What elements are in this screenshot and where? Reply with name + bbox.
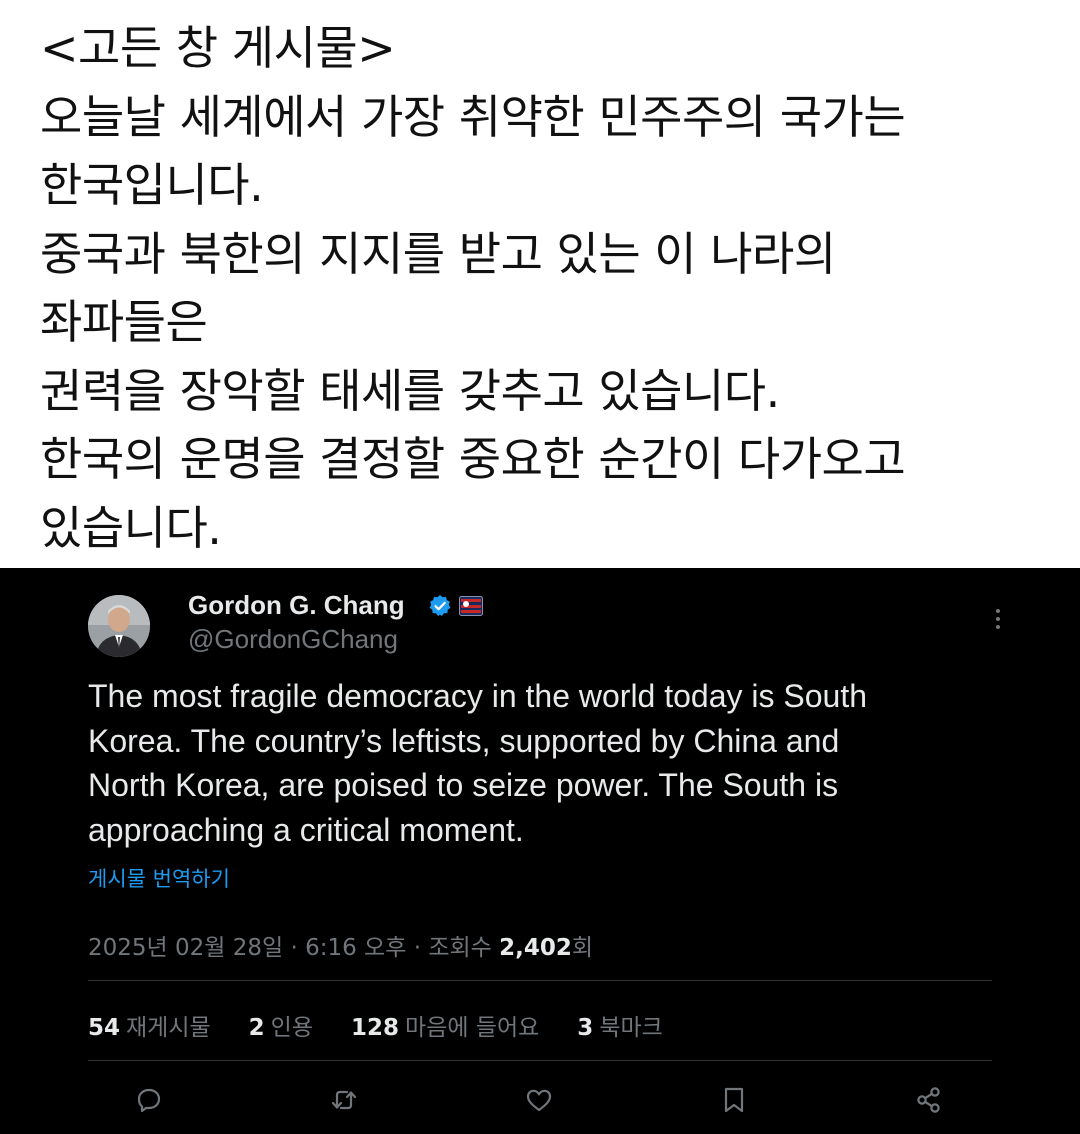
reposts-label: 재게시물 <box>126 1015 211 1041</box>
tweet-text-line: The most fragile democracy in the world … <box>88 678 868 714</box>
likes-count: 128 <box>351 1015 400 1041</box>
caption-line: 중국과 북한의 지지를 받고 있는 이 나라의 <box>40 226 836 281</box>
caption-line: 오늘날 세계에서 가장 취약한 민주주의 국가는 <box>40 89 906 144</box>
tweet-card: Gordon G. Chang @GordonGChang The most f… <box>0 568 1080 1134</box>
bookmarks-stat[interactable]: 3 북마크 <box>577 1008 663 1042</box>
bookmarks-count: 3 <box>577 1015 594 1041</box>
reposts-count: 54 <box>88 1015 121 1041</box>
tweet-text: The most fragile democracy in the world … <box>88 674 988 852</box>
affiliate-badge-icon[interactable] <box>459 596 483 616</box>
bookmark-icon <box>724 1087 744 1113</box>
like-button[interactable] <box>523 1084 555 1116</box>
verified-badge-icon <box>428 594 452 618</box>
heart-icon <box>526 1089 552 1112</box>
tweet-metadata: 2025년 02월 28일 · 6:16 오후 · 조회수 2,402회 <box>88 928 593 962</box>
caption-block: <고든 창 게시물> 오늘날 세계에서 가장 취약한 민주주의 국가는 한국입니… <box>0 0 1080 568</box>
caption-line: 좌파들은 <box>40 295 208 349</box>
quotes-stat[interactable]: 2 인용 <box>249 1008 313 1042</box>
reply-icon <box>137 1088 161 1113</box>
tweet-text-line: North Korea, are poised to seize power. … <box>88 767 839 803</box>
author-display-name[interactable]: Gordon G. Chang <box>188 590 405 621</box>
caption-line: 한국의 운명을 결정할 중요한 순간이 다가오고 <box>40 432 906 486</box>
author-handle[interactable]: @GordonGChang <box>188 624 398 655</box>
views-suffix: 회 <box>571 935 594 961</box>
likes-label: 마음에 들어요 <box>405 1015 540 1041</box>
divider <box>88 1060 992 1061</box>
translate-post-link[interactable]: 게시물 번역하기 <box>88 863 230 893</box>
engagement-stats: 54 재게시물 2 인용 128 마음에 들어요 3 북마크 <box>88 1008 701 1042</box>
caption-line: 한국입니다. <box>40 158 264 212</box>
retweet-button[interactable] <box>328 1084 360 1116</box>
views-count: 2,402 <box>499 935 572 961</box>
more-options-icon[interactable] <box>988 606 1008 632</box>
share-button[interactable] <box>913 1084 945 1116</box>
divider <box>88 980 992 981</box>
quotes-count: 2 <box>248 1015 265 1041</box>
retweet-icon <box>331 1090 357 1110</box>
caption-line: 권력을 장악할 태세를 갖추고 있습니다. <box>40 363 780 418</box>
quotes-label: 인용 <box>270 1015 313 1041</box>
reply-button[interactable] <box>133 1084 165 1116</box>
bookmark-button[interactable] <box>718 1084 750 1116</box>
share-icon <box>917 1087 940 1113</box>
caption-line: 있습니다. <box>40 500 222 555</box>
timestamp[interactable]: 2025년 02월 28일 · 6:16 오후 · 조회수 <box>88 935 499 961</box>
likes-stat[interactable]: 128 마음에 들어요 <box>351 1008 539 1042</box>
avatar[interactable] <box>88 595 150 657</box>
tweet-text-line: Korea. The country’s leftists, supported… <box>88 722 840 759</box>
reposts-stat[interactable]: 54 재게시물 <box>88 1008 211 1042</box>
tweet-text-line: approaching a critical moment. <box>88 811 524 848</box>
caption-line: <고든 창 게시물> <box>40 21 396 75</box>
bookmarks-label: 북마크 <box>599 1015 663 1041</box>
avatar-image <box>88 595 150 657</box>
